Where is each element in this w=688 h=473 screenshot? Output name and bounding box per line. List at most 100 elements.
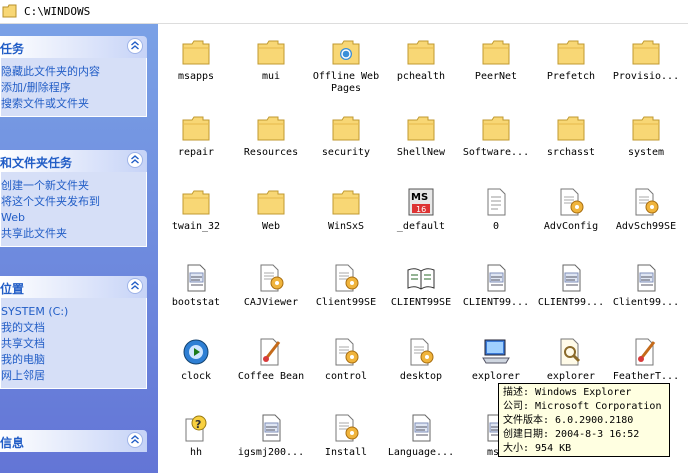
file-label: Offline Web Pages xyxy=(312,71,380,94)
file-item[interactable]: twain_32 xyxy=(158,176,234,246)
collapse-chevron-icon[interactable] xyxy=(127,432,143,448)
tooltip-description: 描述: Windows Explorer xyxy=(503,387,632,398)
file-label: srchasst xyxy=(546,147,596,158)
task-link[interactable]: 创建一个新文件夹 xyxy=(1,178,146,194)
file-item[interactable]: CLIENT99... xyxy=(458,252,534,322)
file-label: explorer xyxy=(546,371,596,382)
task-link[interactable]: 共享文档 xyxy=(1,336,146,352)
task-panel: 位置 SYSTEM (C:) 我的文档 共享文档 我的电脑 网上邻居 xyxy=(0,276,147,389)
file-item[interactable]: ShellNew xyxy=(383,102,459,172)
file-item[interactable]: mui xyxy=(233,26,309,96)
file-item[interactable]: CLIENT99SE xyxy=(383,252,459,322)
panel-body: 创建一个新文件夹 将这个文件夹发布到 Web 共享此文件夹 xyxy=(0,172,147,247)
file-item[interactable]: Language... xyxy=(383,402,459,472)
svg-text:16: 16 xyxy=(416,205,426,214)
file-label: explorer xyxy=(471,371,521,382)
file-item[interactable]: WinSxS xyxy=(308,176,384,246)
task-link[interactable]: 添加/删除程序 xyxy=(1,80,146,96)
file-label: control xyxy=(324,371,368,382)
task-panel: 和文件夹任务创建一个新文件夹 将这个文件夹发布到 Web 共享此文件夹 xyxy=(0,150,147,247)
collapse-chevron-icon[interactable] xyxy=(127,152,143,168)
file-item[interactable]: clock xyxy=(158,326,234,396)
file-item[interactable]: Web xyxy=(233,176,309,246)
file-label: desktop xyxy=(399,371,443,382)
file-label: igsmj200... xyxy=(237,447,305,458)
file-item[interactable]: ? hh xyxy=(158,402,234,472)
file-item[interactable]: 0 xyxy=(458,176,534,246)
file-label: Prefetch xyxy=(546,71,596,82)
panel-title: 和文件夹任务 xyxy=(0,156,73,170)
file-item[interactable]: Prefetch xyxy=(533,26,609,96)
panel-header[interactable]: 和文件夹任务 xyxy=(0,150,147,172)
task-link[interactable]: 共享此文件夹 xyxy=(1,226,146,242)
file-item[interactable]: CLIENT99... xyxy=(533,252,609,322)
file-label: WinSxS xyxy=(327,221,365,232)
file-label: Resources xyxy=(243,147,299,158)
task-link[interactable]: SYSTEM (C:) xyxy=(1,304,146,320)
task-link[interactable]: 我的文档 xyxy=(1,320,146,336)
file-label: mui xyxy=(261,71,281,82)
panel-header[interactable]: 任务 xyxy=(0,36,147,58)
file-label: twain_32 xyxy=(171,221,221,232)
file-item[interactable]: Client99... xyxy=(608,252,684,322)
collapse-chevron-icon[interactable] xyxy=(127,278,143,294)
file-label: Client99SE xyxy=(315,297,377,308)
file-item[interactable]: AdvConfig xyxy=(533,176,609,246)
file-label: msapps xyxy=(177,71,215,82)
address-path[interactable]: C:\WINDOWS xyxy=(24,5,90,18)
panel-header[interactable]: 位置 xyxy=(0,276,147,298)
file-item[interactable]: srchasst xyxy=(533,102,609,172)
file-item[interactable]: system xyxy=(608,102,684,172)
file-label: CLIENT99SE xyxy=(390,297,452,308)
task-link[interactable]: 搜索文件或文件夹 xyxy=(1,96,146,112)
panel-body: SYSTEM (C:) 我的文档 共享文档 我的电脑 网上邻居 xyxy=(0,298,147,389)
collapse-chevron-icon[interactable] xyxy=(127,38,143,54)
file-item[interactable]: security xyxy=(308,102,384,172)
task-link[interactable]: 将这个文件夹发布到 xyxy=(1,194,146,210)
file-item[interactable]: PeerNet xyxy=(458,26,534,96)
file-item[interactable]: igsmj200... xyxy=(233,402,309,472)
file-item[interactable]: Resources xyxy=(233,102,309,172)
file-item[interactable]: repair xyxy=(158,102,234,172)
task-link[interactable]: Web xyxy=(1,210,146,226)
file-item[interactable]: bootstat xyxy=(158,252,234,322)
file-item[interactable]: Offline Web Pages xyxy=(308,26,384,96)
file-item[interactable]: Install xyxy=(308,402,384,472)
file-item[interactable]: Software... xyxy=(458,102,534,172)
task-link[interactable]: 隐藏此文件夹的内容 xyxy=(1,64,146,80)
file-label: security xyxy=(321,147,371,158)
file-item[interactable]: MS 16 _default xyxy=(383,176,459,246)
file-item[interactable]: desktop xyxy=(383,326,459,396)
file-label: AdvConfig xyxy=(543,221,599,232)
file-label: hh xyxy=(189,447,203,458)
svg-text:?: ? xyxy=(195,418,201,431)
file-label: Coffee Bean xyxy=(237,371,305,382)
file-label: FeatherT... xyxy=(612,371,680,382)
file-label: PeerNet xyxy=(474,71,518,82)
address-bar[interactable]: C:\WINDOWS xyxy=(0,0,688,24)
file-label: clock xyxy=(180,371,212,382)
task-link[interactable]: 我的电脑 xyxy=(1,352,146,368)
file-item[interactable]: msapps xyxy=(158,26,234,96)
file-item[interactable]: AdvSch99SE xyxy=(608,176,684,246)
file-label: Install xyxy=(324,447,368,458)
panel-title: 信息 xyxy=(0,436,25,450)
tooltip-company: 公司: Microsoft Corporation xyxy=(503,401,662,412)
task-link[interactable]: 网上邻居 xyxy=(1,368,146,384)
file-item[interactable]: Provisio... xyxy=(608,26,684,96)
file-label: AdvSch99SE xyxy=(615,221,677,232)
file-item[interactable]: Coffee Bean xyxy=(233,326,309,396)
file-item[interactable]: control xyxy=(308,326,384,396)
file-label: pchealth xyxy=(396,71,446,82)
task-pane: 任务隐藏此文件夹的内容 添加/删除程序 搜索文件或文件夹 和文件夹任务创建一个新文件夹… xyxy=(0,24,158,473)
file-label: bootstat xyxy=(171,297,221,308)
file-label: CAJViewer xyxy=(243,297,299,308)
panel-title: 位置 xyxy=(0,282,25,296)
task-panel: 任务隐藏此文件夹的内容 添加/删除程序 搜索文件或文件夹 xyxy=(0,36,147,117)
panel-header[interactable]: 信息 xyxy=(0,430,147,452)
file-label: Provisio... xyxy=(612,71,680,82)
file-item[interactable]: Client99SE xyxy=(308,252,384,322)
file-label: CLIENT99... xyxy=(537,297,605,308)
file-item[interactable]: pchealth xyxy=(383,26,459,96)
file-item[interactable]: CAJViewer xyxy=(233,252,309,322)
